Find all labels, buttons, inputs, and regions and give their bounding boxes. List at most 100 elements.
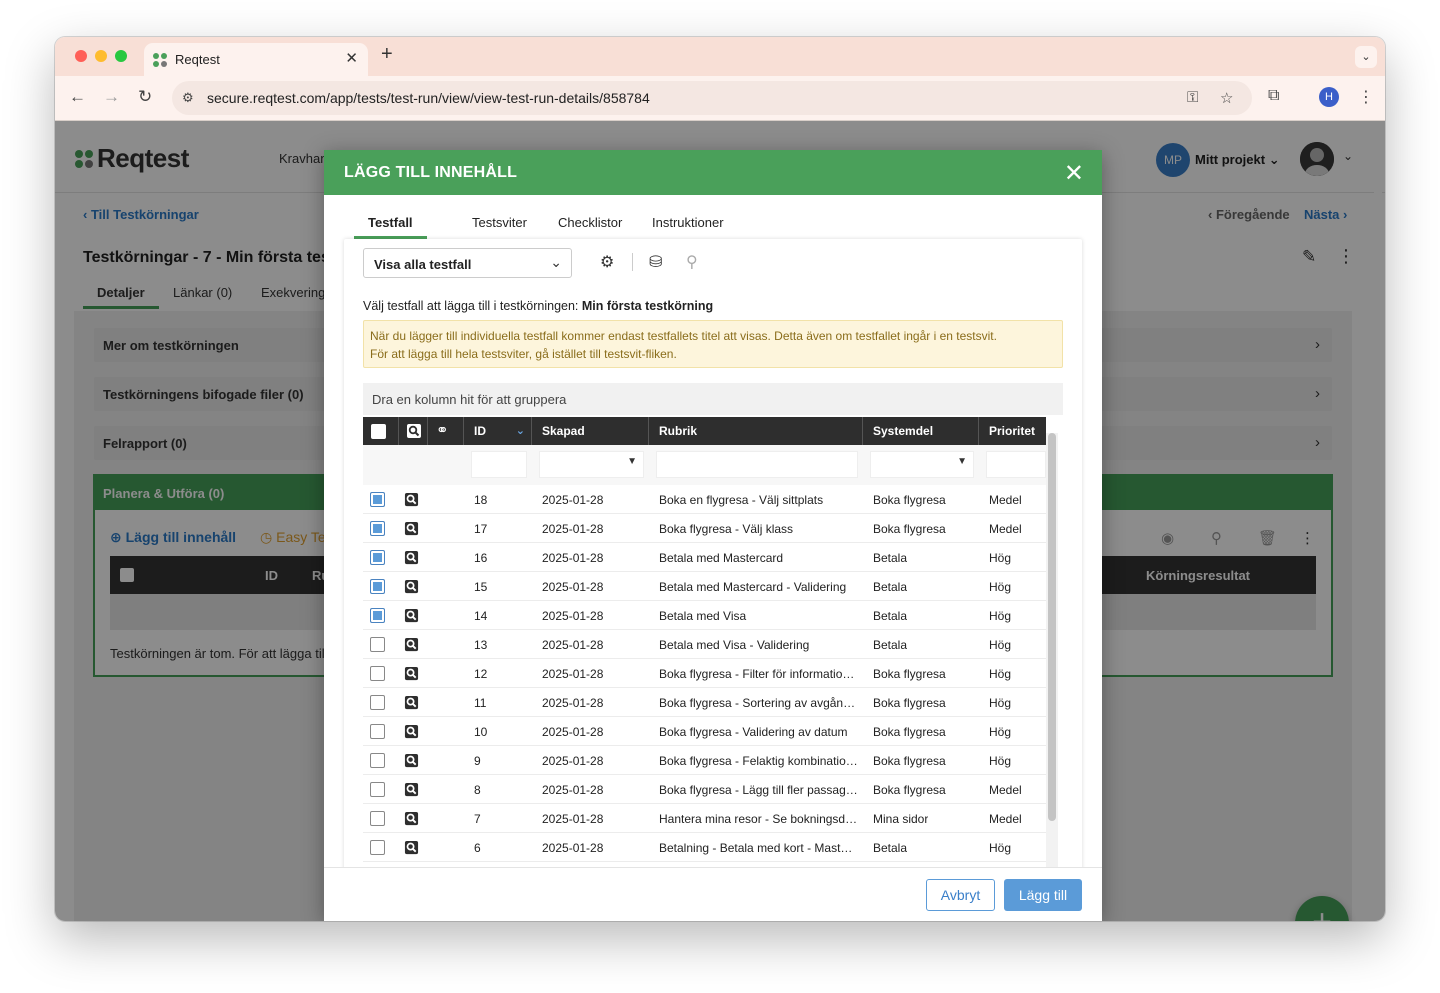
- minimize-window-button[interactable]: [95, 50, 107, 62]
- view-testcase-icon[interactable]: [404, 637, 419, 652]
- table-row[interactable]: 18 2025-01-28 Boka en flygresa - Välj sitt…: [363, 485, 1046, 514]
- bookmark-star-icon[interactable]: ☆: [1220, 89, 1233, 107]
- password-key-icon[interactable]: ⚿: [1187, 89, 1198, 106]
- filter-title-input[interactable]: [656, 451, 858, 478]
- table-row[interactable]: 12 2025-01-28 Boka flygresa - Filter för i…: [363, 659, 1046, 688]
- table-row[interactable]: 6 2025-01-28 Betalning - Betala med kort -…: [363, 833, 1046, 862]
- group-by-drop-zone[interactable]: Dra en kolumn hit för att gruppera: [363, 383, 1063, 415]
- tab-title: Reqtest: [175, 52, 220, 67]
- tab-close-icon[interactable]: ✕: [345, 49, 358, 67]
- row-checkbox[interactable]: [370, 695, 385, 710]
- back-arrow-icon[interactable]: ←: [69, 87, 86, 107]
- table-row[interactable]: 8 2025-01-28 Boka flygresa - Lägg till fle…: [363, 775, 1046, 804]
- view-testcase-icon[interactable]: [404, 782, 419, 797]
- filter-priority-input[interactable]: [986, 451, 1046, 478]
- row-system: Boka flygresa: [873, 696, 946, 710]
- row-system: Boka flygresa: [873, 493, 946, 507]
- row-system: Betala: [873, 551, 908, 565]
- binoculars-settings-icon[interactable]: ⛁: [649, 252, 662, 272]
- view-testcase-icon[interactable]: [404, 753, 419, 768]
- row-checkbox[interactable]: [370, 724, 385, 739]
- row-checkbox[interactable]: [370, 492, 385, 507]
- filter-id-input[interactable]: [471, 451, 527, 478]
- row-checkbox[interactable]: [370, 666, 385, 681]
- row-id: 17: [474, 522, 488, 536]
- profile-avatar[interactable]: H: [1319, 87, 1339, 107]
- table-row[interactable]: 13 2025-01-28 Betala med Visa - Validering…: [363, 630, 1046, 659]
- row-system: Boka flygresa: [873, 754, 946, 768]
- view-testcase-icon[interactable]: [404, 521, 419, 536]
- forward-arrow-icon[interactable]: →: [103, 87, 120, 107]
- address-bar[interactable]: ⚙ secure.reqtest.com/app/tests/test-run/…: [172, 81, 1252, 115]
- table-row[interactable]: 10 2025-01-28 Boka flygresa - Validering a…: [363, 717, 1046, 746]
- view-testcase-icon[interactable]: [404, 811, 419, 826]
- tab-bar: Reqtest ✕ + ⌄: [55, 37, 1385, 76]
- tab-testcases[interactable]: Testfall: [354, 215, 427, 239]
- browser-menu-icon[interactable]: ⋮: [1358, 87, 1374, 107]
- table-row[interactable]: 17 2025-01-28 Boka flygresa - Välj klass Bo…: [363, 514, 1046, 543]
- row-priority: Hög: [989, 754, 1012, 768]
- table-row[interactable]: 11 2025-01-28 Boka flygresa - Sortering av…: [363, 688, 1046, 717]
- maximize-window-button[interactable]: [115, 50, 127, 62]
- table-row[interactable]: 16 2025-01-28 Betala med Mastercard Betala H…: [363, 543, 1046, 572]
- tab-search-chevron-icon[interactable]: ⌄: [1355, 46, 1377, 68]
- view-filter-select[interactable]: Visa alla testfall ⌄: [363, 248, 572, 278]
- grid-col-priority[interactable]: Prioritet: [979, 417, 1046, 445]
- tab-checklists[interactable]: Checklistor: [558, 215, 622, 230]
- filter-system-select[interactable]: ▼: [870, 451, 974, 478]
- tab-instructions[interactable]: Instruktioner: [652, 215, 724, 230]
- row-checkbox[interactable]: [370, 637, 385, 652]
- row-checkbox[interactable]: [370, 608, 385, 623]
- view-testcase-icon[interactable]: [404, 695, 419, 710]
- row-priority: Hög: [989, 580, 1012, 594]
- row-checkbox[interactable]: [370, 550, 385, 565]
- row-created: 2025-01-28: [542, 580, 604, 594]
- site-settings-icon[interactable]: ⚙: [182, 90, 194, 106]
- grid-scrollbar-thumb[interactable]: [1048, 433, 1056, 821]
- grid-col-system[interactable]: Systemdel: [863, 417, 979, 445]
- row-created: 2025-01-28: [542, 667, 604, 681]
- table-row[interactable]: 9 2025-01-28 Boka flygresa - Felaktig komb…: [363, 746, 1046, 775]
- clear-filter-icon[interactable]: ⚲: [686, 252, 698, 272]
- row-priority: Medel: [989, 493, 1022, 507]
- row-checkbox[interactable]: [370, 840, 385, 855]
- row-checkbox[interactable]: [370, 753, 385, 768]
- extensions-icon[interactable]: ⧉: [1268, 87, 1279, 105]
- modal-close-icon[interactable]: ✕: [1064, 159, 1084, 188]
- close-window-button[interactable]: [75, 50, 87, 62]
- row-title: Betala med Visa: [659, 609, 747, 623]
- view-testcase-icon[interactable]: [404, 666, 419, 681]
- grid-col-id[interactable]: ID ⌄: [464, 417, 532, 445]
- view-testcase-icon[interactable]: [404, 550, 419, 565]
- add-button[interactable]: Lägg till: [1004, 879, 1082, 911]
- browser-tab[interactable]: Reqtest ✕: [144, 43, 368, 76]
- chevron-down-icon: ⌄: [550, 254, 562, 270]
- table-row[interactable]: 14 2025-01-28 Betala med Visa Betala Hög: [363, 601, 1046, 630]
- row-checkbox[interactable]: [370, 811, 385, 826]
- new-tab-icon[interactable]: +: [381, 43, 393, 66]
- settings-gear-icon[interactable]: ⚙: [600, 252, 614, 272]
- row-system: Boka flygresa: [873, 522, 946, 536]
- view-testcase-icon[interactable]: [404, 579, 419, 594]
- table-row[interactable]: 15 2025-01-28 Betala med Mastercard - Vali…: [363, 572, 1046, 601]
- row-checkbox[interactable]: [370, 579, 385, 594]
- tab-testsuites[interactable]: Testsviter: [472, 215, 527, 230]
- view-testcase-icon[interactable]: [404, 608, 419, 623]
- browser-window: Reqtest ✕ + ⌄ ← → ↻ ⚙ secure.reqtest.com…: [55, 37, 1385, 921]
- sort-chevron-icon: ⌄: [515, 425, 525, 437]
- view-testcase-icon[interactable]: [404, 724, 419, 739]
- testcase-panel: Visa alla testfall ⌄ ⚙ ⛁ ⚲ Välj testfall…: [344, 239, 1082, 879]
- view-testcase-icon[interactable]: [404, 840, 419, 855]
- select-all-checkbox[interactable]: [371, 424, 386, 439]
- view-testcase-icon[interactable]: [404, 492, 419, 507]
- modal-footer: Avbryt Lägg till: [324, 867, 1102, 921]
- page-scrollbar[interactable]: [1374, 125, 1382, 785]
- grid-col-created[interactable]: Skapad: [532, 417, 649, 445]
- reload-icon[interactable]: ↻: [138, 87, 152, 107]
- filter-created-select[interactable]: ▼: [539, 451, 644, 478]
- table-row[interactable]: 7 2025-01-28 Hantera mina resor - Se bokni…: [363, 804, 1046, 833]
- cancel-button[interactable]: Avbryt: [926, 879, 995, 911]
- row-checkbox[interactable]: [370, 521, 385, 536]
- row-checkbox[interactable]: [370, 782, 385, 797]
- grid-col-title[interactable]: Rubrik: [649, 417, 863, 445]
